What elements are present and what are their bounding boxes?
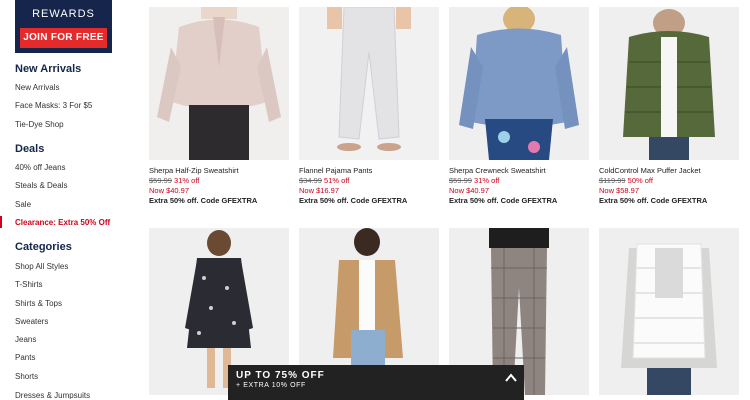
nav-item-sale[interactable]: Sale <box>15 200 31 209</box>
nav-item-t-shirts[interactable]: T-Shirts <box>15 280 43 289</box>
nav-item-sweaters[interactable]: Sweaters <box>15 317 48 326</box>
nav-item-shorts[interactable]: Shorts <box>15 372 38 381</box>
nav-item-shirts-tops[interactable]: Shirts & Tops <box>15 299 62 308</box>
nav-item-pants[interactable]: Pants <box>15 353 35 362</box>
discount-percent: 50% off <box>627 176 653 185</box>
promo-bar[interactable]: UP TO 75% OFF + EXTRA 10% OFF <box>228 365 524 400</box>
sale-price: Now $16.97 <box>299 186 340 195</box>
nav-item-steals-deals[interactable]: Steals & Deals <box>15 181 67 190</box>
promo-title: UP TO 75% OFF <box>236 370 325 381</box>
nav-item-clearance[interactable]: Clearance: Extra 50% Off <box>15 218 110 227</box>
product-name[interactable]: ColdControl Max Puffer Jacket <box>599 166 701 175</box>
sale-price: Now $58.97 <box>599 186 640 195</box>
nav-item-tie-dye[interactable]: Tie-Dye Shop <box>15 120 64 129</box>
discount-percent: 31% off <box>174 176 200 185</box>
original-price: $119.99 <box>599 176 626 185</box>
product-photo-sherpa-crewneck <box>449 7 589 160</box>
active-indicator <box>0 216 2 228</box>
promo-subtitle: + EXTRA 10% OFF <box>236 382 306 389</box>
product-photo-puffer-jacket <box>599 7 739 160</box>
nav-item-40-off-jeans[interactable]: 40% off Jeans <box>15 163 66 172</box>
sale-price: Now $40.97 <box>449 186 490 195</box>
product-photo-white-vest <box>599 228 739 395</box>
product-name[interactable]: Sherpa Crewneck Sweatshirt <box>449 166 546 175</box>
nav-item-new-arrivals[interactable]: New Arrivals <box>15 83 59 92</box>
sale-price: Now $40.97 <box>149 186 190 195</box>
nav-item-shop-all[interactable]: Shop All Styles <box>15 262 68 271</box>
nav-heading-deals: Deals <box>15 143 45 155</box>
product-image[interactable] <box>599 228 739 395</box>
price-line: $59.99 31% off <box>449 176 499 185</box>
original-price: $59.99 <box>149 176 172 185</box>
product-image[interactable] <box>449 7 589 160</box>
price-line: $34.99 51% off <box>299 176 349 185</box>
product-photo-sherpa-half-zip <box>149 7 289 160</box>
product-image[interactable] <box>299 7 439 160</box>
sidebar: REWARDS JOIN FOR FREE New Arrivals New A… <box>0 0 135 400</box>
promo-code-text: Extra 50% off. Code GFEXTRA <box>299 196 408 205</box>
promo-code-text: Extra 50% off. Code GFEXTRA <box>149 196 258 205</box>
promo-code-text: Extra 50% off. Code GFEXTRA <box>449 196 558 205</box>
rewards-title: REWARDS <box>32 8 95 20</box>
original-price: $34.99 <box>299 176 322 185</box>
join-for-free-button[interactable]: JOIN FOR FREE <box>20 28 107 48</box>
price-line: $119.99 50% off <box>599 176 653 185</box>
nav-item-dresses[interactable]: Dresses & Jumpsuits <box>15 391 90 399</box>
product-photo-flannel-pants <box>299 7 439 160</box>
original-price: $59.99 <box>449 176 472 185</box>
nav-heading-new-arrivals: New Arrivals <box>15 63 82 75</box>
product-image[interactable] <box>149 7 289 160</box>
price-line: $59.99 31% off <box>149 176 199 185</box>
product-name[interactable]: Sherpa Half-Zip Sweatshirt <box>149 166 239 175</box>
discount-percent: 51% off <box>324 176 350 185</box>
rewards-banner[interactable]: REWARDS JOIN FOR FREE <box>15 0 112 53</box>
nav-item-jeans[interactable]: Jeans <box>15 335 36 344</box>
chevron-up-icon[interactable] <box>504 371 518 385</box>
promo-code-text: Extra 50% off. Code GFEXTRA <box>599 196 708 205</box>
discount-percent: 31% off <box>474 176 500 185</box>
nav-item-face-masks[interactable]: Face Masks: 3 For $5 <box>15 101 92 110</box>
nav-heading-categories: Categories <box>15 241 72 253</box>
product-name[interactable]: Flannel Pajama Pants <box>299 166 372 175</box>
product-image[interactable] <box>599 7 739 160</box>
